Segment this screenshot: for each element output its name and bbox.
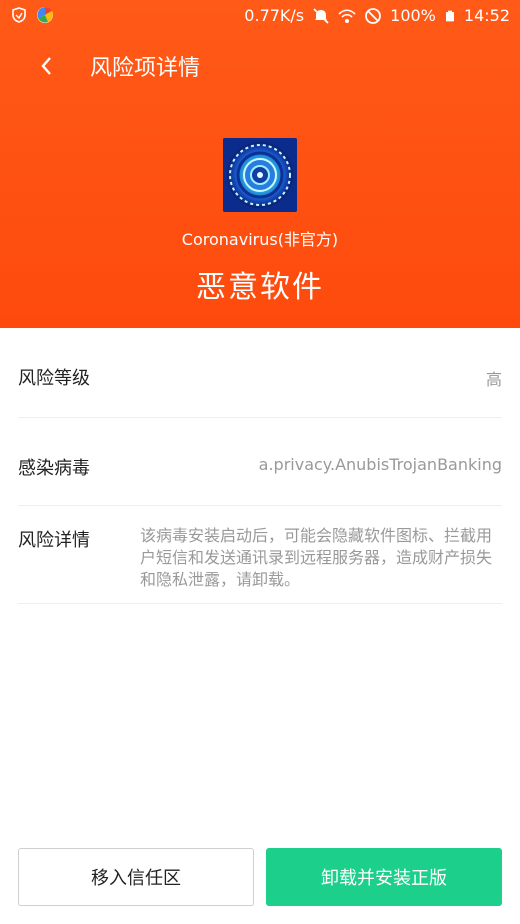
app-launcher-icon xyxy=(37,6,53,23)
move-to-trust-button[interactable]: 移入信任区 xyxy=(18,848,254,906)
detail-label: 感染病毒 xyxy=(18,458,90,479)
mute-icon xyxy=(313,7,329,24)
app-bar: 风险项详情 xyxy=(0,44,520,90)
network-speed: 0.77K/s xyxy=(244,6,305,25)
page-title: 风险项详情 xyxy=(90,56,201,81)
detail-value: a.privacy.AnubisTrojanBanking xyxy=(258,455,502,474)
uninstall-install-official-button[interactable]: 卸载并安装正版 xyxy=(266,848,502,906)
status-right: 0.77K/s 100% 14:52 xyxy=(244,6,510,25)
detail-description: 该病毒安装启动后，可能会隐藏软件图标、拦截用户短信和发送通讯录到远程服务器，造成… xyxy=(140,526,493,589)
battery-icon xyxy=(445,10,454,21)
app-name: Coronavirus(非官方) xyxy=(181,230,339,249)
risk-type: 恶意软件 xyxy=(196,270,324,305)
header: 0.77K/s 100% 14:52 风险项详情 Coronavirus(非官方… xyxy=(0,0,520,328)
detail-row-virus: 感染病毒 a.privacy.AnubisTrojanBanking xyxy=(18,418,502,506)
wifi-icon xyxy=(338,8,356,23)
detail-label: 风险等级 xyxy=(18,368,90,389)
status-bar: 0.77K/s 100% 14:52 xyxy=(0,0,520,34)
detail-label: 风险详情 xyxy=(18,530,90,551)
status-left xyxy=(10,6,54,24)
detail-row-risk-detail: 风险详情 该病毒安装启动后，可能会隐藏软件图标、拦截用户短信和发送通讯录到远程服… xyxy=(18,506,502,604)
shield-icon xyxy=(12,7,26,23)
virus-icon xyxy=(223,138,297,212)
clock: 14:52 xyxy=(463,6,510,25)
chevron-left-icon xyxy=(41,57,51,75)
battery-percent: 100% xyxy=(390,6,436,25)
app-icon xyxy=(223,138,297,212)
dnd-icon xyxy=(365,7,382,24)
back-button[interactable] xyxy=(28,46,64,86)
detail-row-risk-level: 风险等级 高 xyxy=(18,338,502,418)
detail-value: 高 xyxy=(485,370,502,389)
